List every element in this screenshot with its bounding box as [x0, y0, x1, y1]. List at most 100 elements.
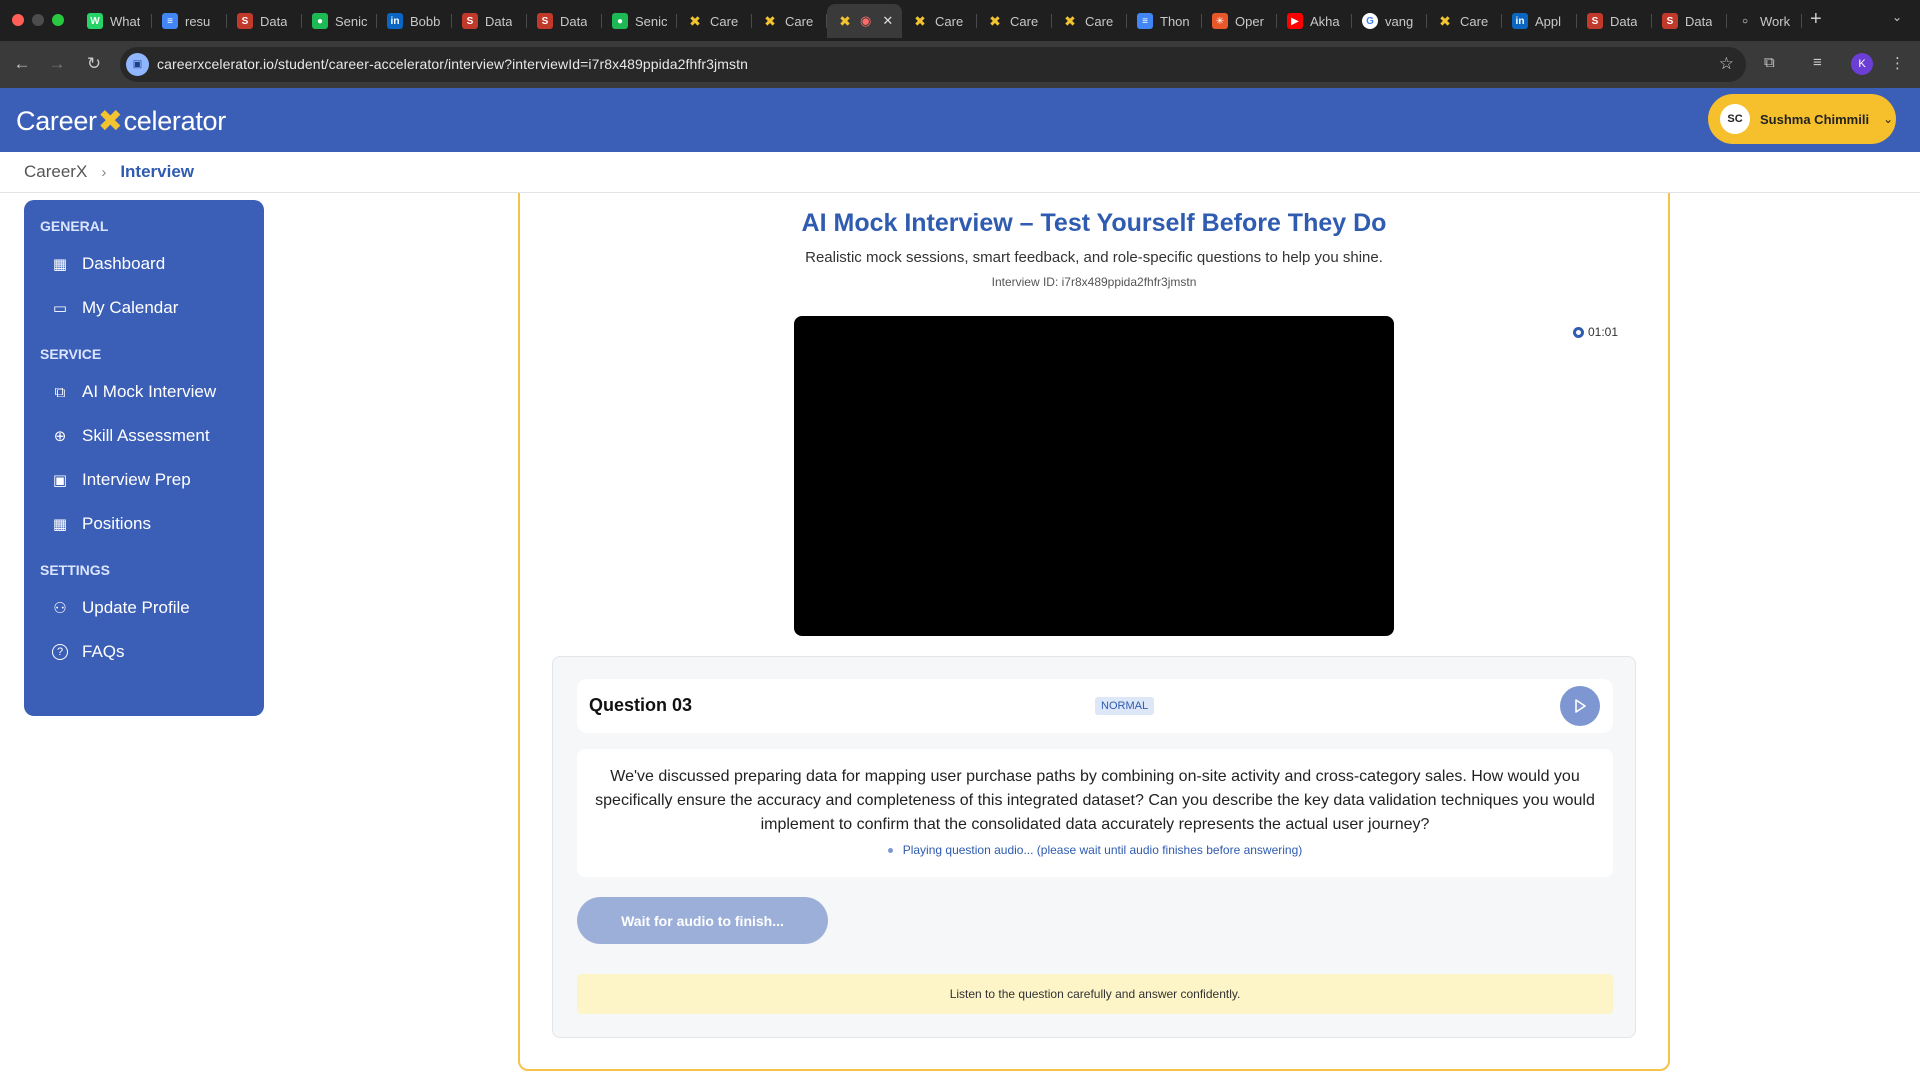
forward-icon[interactable]: →: [44, 51, 70, 77]
sidebar-item-ai-mock-interview[interactable]: ⧉ AI Mock Interview: [24, 370, 264, 414]
logo-text-left: Career: [16, 106, 97, 136]
tab-title: Oper: [1235, 13, 1264, 29]
browser-tab[interactable]: ≡ Thon: [1127, 4, 1202, 38]
browser-tab[interactable]: S Data: [527, 4, 602, 38]
tab-title: resu: [185, 13, 211, 29]
recording-indicator-icon: [1573, 326, 1584, 338]
browser-tab[interactable]: in Bobb: [377, 4, 452, 38]
tab-title: Appl: [1535, 13, 1562, 29]
browser-tab[interactable]: ● Senic: [602, 4, 677, 38]
browser-tab[interactable]: W What: [77, 4, 152, 38]
play-question-button[interactable]: [1560, 686, 1600, 726]
browser-tab[interactable]: Gvang: [1352, 4, 1427, 38]
tab-search-icon[interactable]: ⌄: [1892, 10, 1902, 24]
browser-tab[interactable]: ○ Work: [1727, 4, 1802, 38]
user-menu-button[interactable]: SC Sushma Chimmili ⌄: [1708, 94, 1896, 144]
sidebar-item-label: Dashboard: [82, 254, 166, 273]
logo-text-right: celerator: [123, 106, 227, 136]
sidebar-item-update-profile[interactable]: ⚇ Update Profile: [24, 586, 264, 630]
tab-favicon-icon: ✳: [1212, 13, 1228, 29]
sidebar-item-label: Skill Assessment: [82, 426, 210, 445]
sidebar-item-label: My Calendar: [82, 298, 179, 317]
wait-for-audio-button[interactable]: Wait for audio to finish...: [577, 897, 828, 944]
browser-tab[interactable]: ✖ Care: [977, 4, 1052, 38]
question-body: We've discussed preparing data for mappi…: [577, 749, 1613, 877]
audio-status-text: Playing question audio... (please wait u…: [902, 843, 1303, 857]
browser-tab[interactable]: ▶ Akha: [1277, 4, 1352, 38]
reload-icon[interactable]: ↻: [81, 51, 107, 77]
site-info-icon[interactable]: ▣: [126, 53, 149, 76]
sidebar-item-skill-assessment[interactable]: ⊕ Skill Assessment: [24, 414, 264, 458]
tab-favicon-icon: ✖: [1439, 12, 1451, 29]
user-icon: ⚇: [53, 600, 67, 617]
close-window-button[interactable]: [12, 14, 24, 26]
browser-tab[interactable]: ✖ ◉ ✕: [827, 4, 902, 38]
sidebar-item-faqs[interactable]: ? FAQs: [24, 630, 264, 674]
audio-status: Playing question audio... (please wait u…: [595, 843, 1595, 857]
tab-favicon-icon: ≡: [162, 13, 178, 29]
sidebar-item-dashboard[interactable]: ▦ Dashboard: [24, 242, 264, 286]
sidebar-item-positions[interactable]: ▦ Positions: [24, 502, 264, 546]
tab-title: Senic: [635, 13, 667, 29]
browser-toolbar: ← → ↻ ▣ careerxcelerator.io/student/care…: [0, 41, 1920, 88]
url-text[interactable]: careerxcelerator.io/student/career-accel…: [157, 56, 748, 72]
browser-tab[interactable]: S Data: [227, 4, 302, 38]
tab-title: Care: [1085, 13, 1114, 29]
tab-favicon-icon: S: [1662, 13, 1678, 29]
sidebar-item-interview-prep[interactable]: ▣ Interview Prep: [24, 458, 264, 502]
sidebar-item-my-calendar[interactable]: ▭ My Calendar: [24, 286, 264, 330]
sidebar-section-label: SERVICE: [40, 346, 102, 362]
tab-favicon-icon: ✖: [989, 12, 1001, 29]
bookmark-star-icon[interactable]: ☆: [1719, 54, 1734, 74]
maximize-window-button[interactable]: [52, 14, 64, 26]
browser-menu-icon[interactable]: ⋮: [1890, 54, 1905, 72]
tab-favicon-icon: G: [1362, 13, 1378, 29]
tab-favicon-icon: ✖: [1064, 12, 1076, 29]
grid-icon: ▦: [52, 516, 68, 533]
minimize-window-button[interactable]: [32, 14, 44, 26]
browser-tab[interactable]: ✖ Care: [1427, 4, 1502, 38]
browser-tab[interactable]: ✖ Care: [1052, 4, 1127, 38]
browser-tab[interactable]: S Data: [1652, 4, 1727, 38]
interview-card: AI Mock Interview – Test Yourself Before…: [518, 193, 1670, 1071]
browser-tab[interactable]: ≡ resu: [152, 4, 227, 38]
video-chat-icon: ⧉: [54, 383, 66, 401]
back-icon[interactable]: ←: [9, 51, 35, 77]
close-tab-icon[interactable]: ✕: [882, 13, 893, 29]
browser-tab[interactable]: S Data: [1577, 4, 1652, 38]
breadcrumb-current: Interview: [120, 162, 195, 181]
browser-tab[interactable]: in Appl: [1502, 4, 1577, 38]
sidebar-item-label: FAQs: [82, 642, 125, 661]
browser-tab[interactable]: S Data: [452, 4, 527, 38]
timer: 01:01: [1573, 325, 1618, 339]
chevron-right-icon: ›: [101, 163, 107, 181]
grid-icon: ▦: [52, 256, 68, 273]
browser-tab[interactable]: ● Senic: [302, 4, 377, 38]
tab-favicon-icon: S: [237, 13, 253, 29]
address-bar[interactable]: ▣ careerxcelerator.io/student/career-acc…: [120, 47, 1746, 82]
browser-tab[interactable]: ✖ Care: [902, 4, 977, 38]
user-name: Sushma Chimmili: [1760, 111, 1870, 127]
tab-title: Thon: [1160, 13, 1190, 29]
new-tab-button[interactable]: +: [1810, 8, 1822, 31]
browser-profile-avatar[interactable]: K: [1851, 53, 1873, 75]
breadcrumb-root[interactable]: CareerX: [24, 162, 87, 182]
tab-favicon-icon: in: [1512, 13, 1528, 29]
browser-tab[interactable]: ✖ Care: [677, 4, 752, 38]
browser-tab[interactable]: ✳ Oper: [1202, 4, 1277, 38]
app-header: Career ✖ celerator SC Sushma Chimmili ⌄: [0, 88, 1920, 152]
tab-favicon-icon: W: [87, 13, 103, 29]
extensions-icon[interactable]: ⧉: [1764, 54, 1775, 71]
tab-favicon-icon: ≡: [1137, 13, 1153, 29]
browser-tab[interactable]: ✖ Care: [752, 4, 827, 38]
tab-favicon-icon: ○: [1737, 13, 1753, 29]
tab-title: Data: [560, 13, 588, 29]
sidebar-section-label: GENERAL: [40, 218, 109, 234]
tab-title: Data: [260, 13, 288, 29]
tab-title: Care: [1460, 13, 1489, 29]
careerxcelerator-logo[interactable]: Career ✖ celerator: [16, 104, 226, 139]
question-text: We've discussed preparing data for mappi…: [595, 768, 1595, 833]
play-icon: [1575, 699, 1586, 713]
media-controls-icon[interactable]: ≡: [1813, 54, 1822, 71]
tab-title: Data: [1685, 13, 1713, 29]
